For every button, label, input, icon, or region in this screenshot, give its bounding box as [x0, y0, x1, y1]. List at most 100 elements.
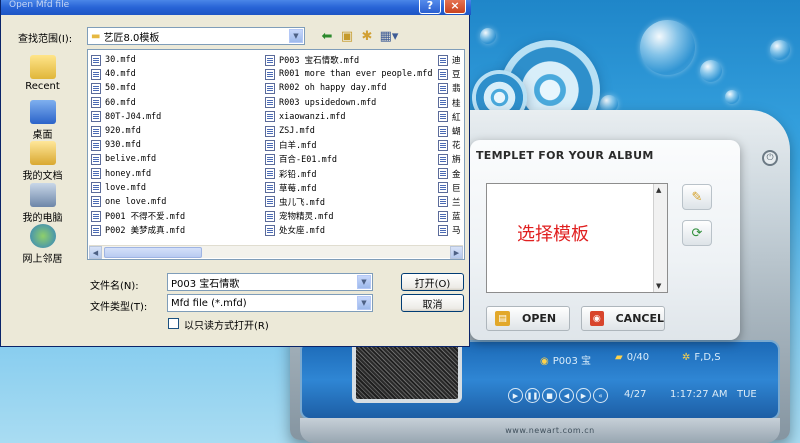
file-item[interactable]: 豆 — [438, 67, 461, 81]
new-folder-icon[interactable]: ✱ — [357, 26, 377, 46]
file-item[interactable]: 虫儿飞.mfd — [265, 195, 433, 209]
file-name: 白羊.mfd — [279, 141, 317, 152]
next-icon[interactable]: ▶ — [576, 388, 591, 403]
file-item[interactable]: P002 美梦成真.mfd — [91, 223, 185, 237]
file-item[interactable]: 白羊.mfd — [265, 138, 433, 152]
bubble — [700, 60, 722, 82]
scroll-left-icon[interactable]: ◀ — [89, 246, 102, 259]
rewind-icon[interactable]: « — [593, 388, 608, 403]
file-item[interactable]: 紅 — [438, 110, 461, 124]
file-icon — [265, 54, 275, 66]
chevron-down-icon[interactable]: ▼ — [357, 296, 371, 310]
help-button[interactable]: ? — [419, 0, 441, 14]
file-item[interactable]: 翡 — [438, 81, 461, 95]
file-item[interactable]: 巨 — [438, 181, 461, 195]
scroll-right-icon[interactable]: ▶ — [450, 246, 463, 259]
template-list-placeholder: 选择模板 — [517, 224, 589, 245]
file-icon — [265, 210, 275, 222]
file-name: 旃 — [452, 155, 461, 166]
template-list-scrollbar[interactable]: ▲ ▼ — [653, 184, 667, 292]
file-item[interactable]: xiaowanzi.mfd — [265, 110, 433, 124]
help-icon: ? — [426, 0, 434, 12]
file-name: ZSJ.mfd — [279, 126, 315, 137]
close-button[interactable]: × — [444, 0, 466, 14]
pause-icon[interactable]: ❚❚ — [525, 388, 540, 403]
places-my-computer[interactable]: 我的电脑 — [6, 183, 79, 224]
chevron-down-icon[interactable]: ▼ — [289, 29, 303, 43]
file-item[interactable]: 百合-E01.mfd — [265, 152, 433, 166]
file-name: one love.mfd — [105, 196, 167, 207]
play-icon[interactable]: ▶ — [508, 388, 523, 403]
file-item[interactable]: love.mfd — [91, 181, 185, 195]
readonly-checkbox[interactable] — [168, 318, 179, 329]
places-my-documents[interactable]: 我的文档 — [6, 141, 79, 182]
file-item[interactable]: R003 upsidedown.mfd — [265, 96, 433, 110]
bubble — [725, 90, 739, 104]
scrollbar-thumb[interactable] — [104, 247, 202, 258]
file-item[interactable]: one love.mfd — [91, 195, 185, 209]
file-item[interactable]: R001 more than ever people.mfd — [265, 67, 433, 81]
places-recent[interactable]: Recent — [6, 55, 79, 92]
file-name: 处女座.mfd — [279, 226, 325, 237]
template-list[interactable]: 选择模板 ▲ ▼ — [486, 183, 668, 293]
file-item[interactable]: 兰 — [438, 195, 461, 209]
file-item[interactable]: 80T-J04.mfd — [91, 110, 185, 124]
file-item[interactable]: P001 不得不爱.mfd — [91, 209, 185, 223]
template-dialog-title: TEMPLET FOR YOUR ALBUM — [476, 149, 654, 162]
up-folder-icon[interactable]: ▣ — [337, 26, 357, 46]
file-item[interactable]: 草莓.mfd — [265, 181, 433, 195]
file-item[interactable]: honey.mfd — [91, 167, 185, 181]
file-icon — [438, 125, 448, 137]
file-item[interactable]: 马 — [438, 223, 461, 237]
template-cancel-button[interactable]: ◉ CANCEL — [581, 306, 665, 331]
file-item[interactable]: 彩铅.mfd — [265, 167, 433, 181]
cancel-button[interactable]: 取消 — [401, 294, 464, 312]
open-button[interactable]: 打开(O) — [401, 273, 464, 291]
look-in-dropdown[interactable]: ▬ 艺匠8.0模板 ▼ — [87, 27, 305, 45]
file-name: P001 不得不爱.mfd — [105, 212, 186, 223]
refresh-template-button[interactable]: ⟳ — [682, 220, 712, 246]
file-item[interactable]: 桂 — [438, 96, 461, 110]
prev-icon[interactable]: ◀ — [559, 388, 574, 403]
file-name: P003 宝石情歌.mfd — [279, 56, 360, 67]
back-icon[interactable]: ⬅ — [317, 26, 337, 46]
file-item[interactable]: 宠物精灵.mfd — [265, 209, 433, 223]
edit-template-button[interactable]: ✎ — [682, 184, 712, 210]
file-item[interactable]: 蓝 — [438, 209, 461, 223]
scroll-down-icon[interactable]: ▼ — [656, 282, 661, 290]
file-item[interactable]: P003 宝石情歌.mfd — [265, 53, 433, 67]
file-item[interactable]: 920.mfd — [91, 124, 185, 138]
file-item[interactable]: 处女座.mfd — [265, 223, 433, 237]
file-name: 翡 — [452, 84, 461, 95]
file-item[interactable]: 50.mfd — [91, 81, 185, 95]
places-desktop[interactable]: 桌面 — [6, 100, 79, 141]
filename-input[interactable]: P003 宝石情歌 ▼ — [167, 273, 373, 291]
view-menu-icon[interactable]: ▦▾ — [378, 26, 400, 46]
file-item[interactable]: 旃 — [438, 152, 461, 166]
open-button-label: 打开(O) — [414, 278, 451, 290]
file-item[interactable]: 930.mfd — [91, 138, 185, 152]
horizontal-scrollbar[interactable]: ◀ ▶ — [89, 245, 463, 259]
file-item[interactable]: R002 oh happy day.mfd — [265, 81, 433, 95]
file-name: belive.mfd — [105, 154, 157, 165]
file-item[interactable]: 迪 — [438, 53, 461, 67]
file-column-1: 30.mfd 40.mfd 50.mfd 60.mfd 80T-J04.mfd 920.m… — [91, 53, 185, 237]
file-item[interactable]: 花 — [438, 138, 461, 152]
file-item[interactable]: 60.mfd — [91, 96, 185, 110]
filetype-dropdown[interactable]: Mfd file (*.mfd) ▼ — [167, 294, 373, 312]
file-item[interactable]: ZSJ.mfd — [265, 124, 433, 138]
file-item[interactable]: 30.mfd — [91, 53, 185, 67]
file-list[interactable]: 30.mfd 40.mfd 50.mfd 60.mfd 80T-J04.mfd 920.m… — [87, 49, 465, 260]
power-button[interactable]: ⏻ — [762, 150, 778, 166]
template-open-button[interactable]: ▤ OPEN — [486, 306, 570, 331]
file-item[interactable]: belive.mfd — [91, 152, 185, 166]
file-item[interactable]: 40.mfd — [91, 67, 185, 81]
places-network[interactable]: 网上邻居 — [6, 224, 79, 265]
chevron-down-icon[interactable]: ▼ — [357, 275, 371, 289]
file-item[interactable]: 蝴 — [438, 124, 461, 138]
file-column-3: 迪豆翡桂紅蝴花旃金巨兰蓝马 — [438, 53, 461, 237]
stop-icon[interactable]: ■ — [542, 388, 557, 403]
file-name: 紅 — [452, 112, 461, 123]
scroll-up-icon[interactable]: ▲ — [656, 186, 661, 194]
file-item[interactable]: 金 — [438, 167, 461, 181]
